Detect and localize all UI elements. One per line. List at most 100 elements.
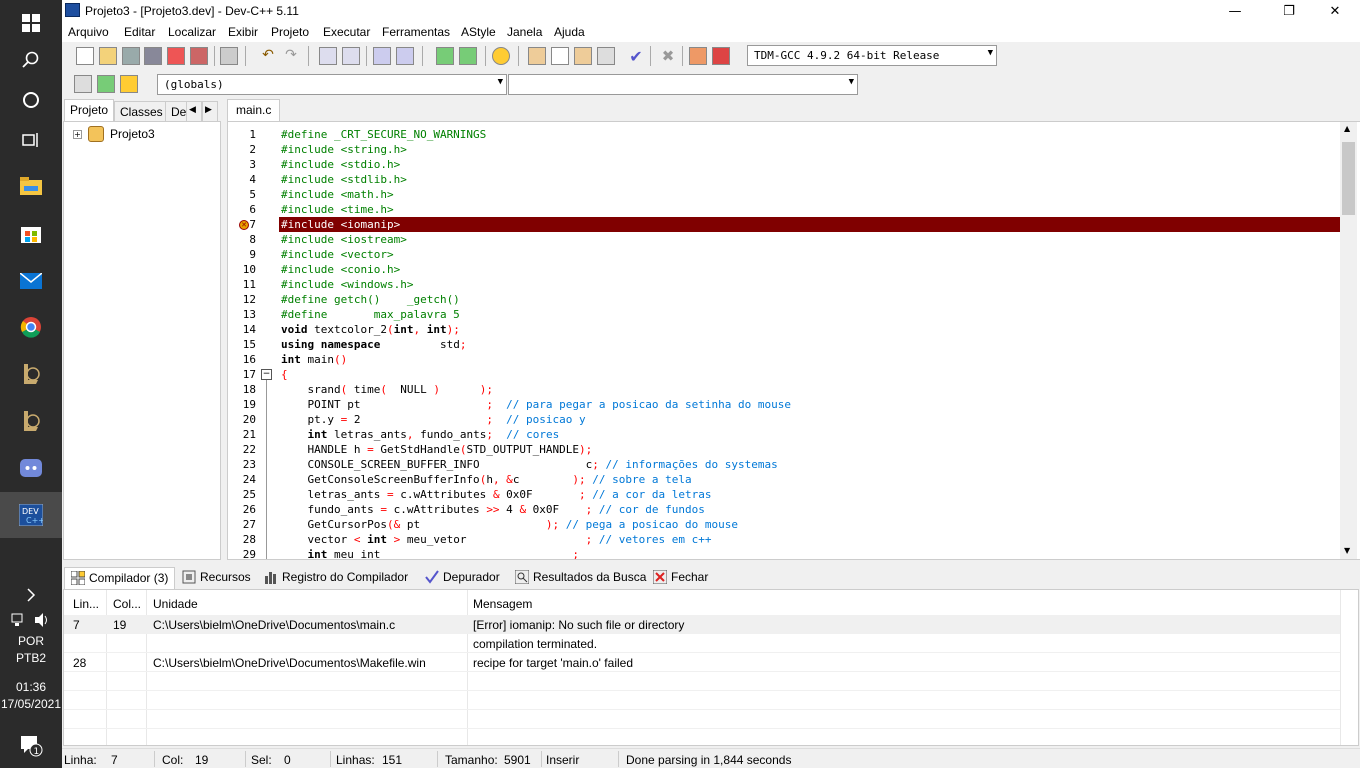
undo-icon[interactable]: ↶ xyxy=(259,47,277,65)
code-line[interactable]: srand( time( NULL ) ); xyxy=(281,382,492,397)
code-line[interactable]: letras_ants = c.wAttributes & 0x0F ; // … xyxy=(281,487,711,502)
tab-scroll-right-icon[interactable]: ▶ xyxy=(202,101,218,121)
tab-classes[interactable]: Classes xyxy=(114,101,169,121)
code-line[interactable]: #include <windows.h> xyxy=(281,277,413,292)
col-header-unit[interactable]: Unidade xyxy=(153,597,198,611)
col-header-col[interactable]: Col... xyxy=(113,597,141,611)
code-line[interactable]: #include <stdio.h> xyxy=(281,157,400,172)
line-number[interactable]: 29 xyxy=(228,547,256,559)
menu-localizar[interactable]: Localizar xyxy=(168,25,216,39)
code-line[interactable]: #include <string.h> xyxy=(281,142,407,157)
task-view-icon[interactable] xyxy=(0,117,62,163)
code-line[interactable]: void textcolor_2(int, int); xyxy=(281,322,460,337)
tab-projeto[interactable]: Projeto xyxy=(64,99,115,121)
line-number[interactable]: 1 xyxy=(228,127,256,142)
scroll-up-icon[interactable]: ▲ xyxy=(1344,124,1350,133)
line-number[interactable]: 16 xyxy=(228,352,256,367)
menu-editar[interactable]: Editar xyxy=(124,25,155,39)
league-icon-2[interactable] xyxy=(0,398,62,444)
code-line[interactable]: { xyxy=(281,367,288,382)
vertical-scrollbar[interactable]: ▲ ▼ xyxy=(1340,122,1357,559)
compile-icon[interactable] xyxy=(528,47,546,65)
line-number[interactable]: 11 xyxy=(228,277,256,292)
code-line[interactable]: #include <math.h> xyxy=(281,187,394,202)
run-icon[interactable] xyxy=(551,47,569,65)
keyboard-layout[interactable]: PTB2 xyxy=(0,651,62,665)
chrome-icon[interactable] xyxy=(0,304,62,350)
code-line[interactable]: #define max_palavra 5 xyxy=(281,307,460,322)
member-select[interactable]: ▼ xyxy=(508,74,858,95)
close-all-icon[interactable] xyxy=(190,47,208,65)
code-line[interactable]: #include <stdlib.h> xyxy=(281,172,407,187)
menu-astyle[interactable]: AStyle xyxy=(461,25,496,39)
line-number[interactable]: 13 xyxy=(228,307,256,322)
menu-ferramentas[interactable]: Ferramentas xyxy=(382,25,450,39)
scroll-down-icon[interactable]: ▼ xyxy=(1344,546,1350,555)
menu-janela[interactable]: Janela xyxy=(507,25,542,39)
add-to-project-icon[interactable] xyxy=(436,47,454,65)
code-line[interactable]: #include <time.h> xyxy=(281,202,394,217)
code-line[interactable]: int meu_int ; xyxy=(281,547,580,559)
line-number[interactable]: 27 xyxy=(228,517,256,532)
find-icon[interactable] xyxy=(319,47,337,65)
code-line[interactable]: #define getch() _getch() xyxy=(281,292,460,307)
insert-code-icon[interactable] xyxy=(120,75,138,93)
line-number[interactable]: 28 xyxy=(228,532,256,547)
line-number[interactable]: 6 xyxy=(228,202,256,217)
line-number[interactable]: 3 xyxy=(228,157,256,172)
col-header-message[interactable]: Mensagem xyxy=(473,597,532,611)
remove-from-project-icon[interactable] xyxy=(459,47,477,65)
clock-time[interactable]: 01:36 xyxy=(0,680,62,694)
rebuild-all-icon[interactable] xyxy=(597,47,615,65)
line-number[interactable]: 5 xyxy=(228,187,256,202)
line-number[interactable]: 9 xyxy=(228,247,256,262)
line-number[interactable]: 26 xyxy=(228,502,256,517)
code-line[interactable]: pt.y = 2 ; // posicao y xyxy=(281,412,585,427)
close-button[interactable]: ✕ xyxy=(1312,0,1358,22)
minimize-button[interactable]: — xyxy=(1212,0,1258,22)
code-line[interactable]: int letras_ants, fundo_ants; // cores xyxy=(281,427,560,442)
code-line[interactable]: POINT pt ; // para pegar a posicao da se… xyxy=(281,397,790,412)
menu-ajuda[interactable]: Ajuda xyxy=(554,25,585,39)
line-number[interactable]: 21 xyxy=(228,427,256,442)
line-number[interactable]: 17 xyxy=(228,367,256,382)
code-line[interactable]: using namespace std; xyxy=(281,337,466,352)
open-icon[interactable] xyxy=(99,47,117,65)
col-header-line[interactable]: Lin... xyxy=(73,597,99,611)
indent-icon[interactable] xyxy=(373,47,391,65)
goto-definition-icon[interactable] xyxy=(97,75,115,93)
project-options-icon[interactable] xyxy=(492,47,510,65)
code-line[interactable]: GetConsoleScreenBufferInfo(h, &c ); // s… xyxy=(281,472,691,487)
expand-icon[interactable]: + xyxy=(73,130,82,139)
new-file-icon[interactable] xyxy=(76,47,94,65)
line-number[interactable]: 10 xyxy=(228,262,256,277)
line-number[interactable]: 12 xyxy=(228,292,256,307)
line-number[interactable]: 18 xyxy=(228,382,256,397)
mail-icon[interactable] xyxy=(0,258,62,304)
store-icon[interactable] xyxy=(0,210,62,256)
syntax-check-icon[interactable]: ✔ xyxy=(627,47,645,66)
notification-icon[interactable]: 1 xyxy=(0,722,62,768)
code-line[interactable]: #include <iostream> xyxy=(281,232,407,247)
line-number[interactable]: 14 xyxy=(228,322,256,337)
print-icon[interactable] xyxy=(220,47,238,65)
code-line[interactable]: HANDLE h = GetStdHandle(STD_OUTPUT_HANDL… xyxy=(281,442,592,457)
code-line[interactable]: #define _CRT_SECURE_NO_WARNINGS xyxy=(281,127,486,142)
line-number[interactable]: 15 xyxy=(228,337,256,352)
tab-scroll-left-icon[interactable]: ◀ xyxy=(186,101,202,121)
redo-icon[interactable]: ↷ xyxy=(282,47,300,65)
code-line[interactable]: int main() xyxy=(281,352,347,367)
replace-icon[interactable] xyxy=(342,47,360,65)
unindent-icon[interactable] xyxy=(396,47,414,65)
close-file-icon[interactable] xyxy=(167,47,185,65)
code-line[interactable]: #include <conio.h> xyxy=(281,262,400,277)
discord-icon[interactable] xyxy=(0,445,62,491)
code-line[interactable]: fundo_ants = c.wAttributes >> 4 & 0x0F ;… xyxy=(281,502,704,517)
tab-fechar[interactable]: Fechar xyxy=(647,567,714,589)
menu-exibir[interactable]: Exibir xyxy=(228,25,258,39)
code-line[interactable]: vector < int > meu_vetor ; // vetores em… xyxy=(281,532,711,547)
table-row[interactable]: 28 C:\Users\bielm\OneDrive\Documentos\Ma… xyxy=(64,653,1340,672)
fold-collapse-icon[interactable]: − xyxy=(261,369,272,380)
menu-arquivo[interactable]: Arquivo xyxy=(68,25,109,39)
menu-executar[interactable]: Executar xyxy=(323,25,370,39)
